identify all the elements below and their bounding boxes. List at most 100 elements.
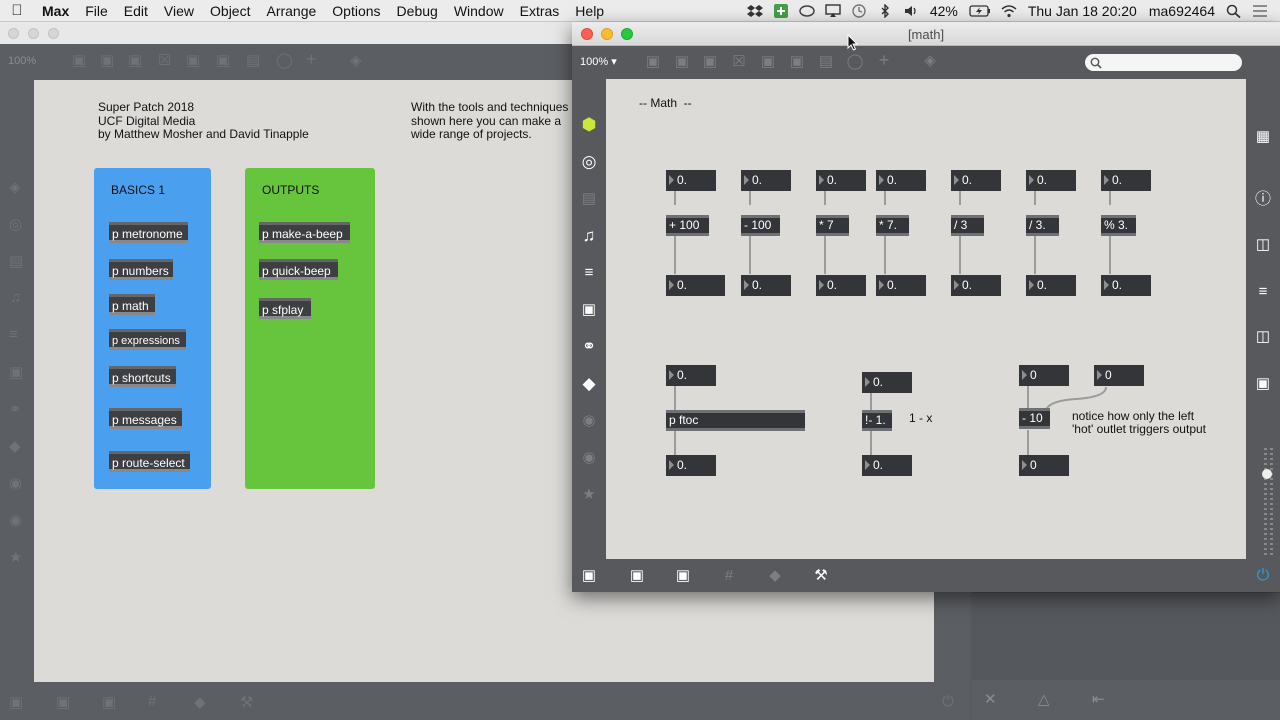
bg-toolbar-icon-4[interactable]: ☒ — [158, 51, 171, 69]
menu-extras[interactable]: Extras — [512, 0, 568, 22]
reference-book-icon[interactable]: ◫ — [1252, 329, 1274, 345]
object-div-3-float[interactable]: / 3. — [1026, 215, 1059, 236]
subpatch-ftoc[interactable]: p ftoc — [666, 410, 805, 431]
bg-sidebar-icon-1[interactable]: ◈ — [9, 178, 21, 196]
menu-debug[interactable]: Debug — [389, 0, 446, 22]
object-div-3[interactable]: / 3 — [951, 215, 984, 236]
bluetooth-icon[interactable] — [877, 4, 893, 18]
battery-percent[interactable]: 42% — [924, 3, 964, 19]
number-box-out-mul-float[interactable]: 0. — [876, 275, 926, 296]
apple-icon[interactable]:  — [0, 2, 34, 19]
object-mul-7[interactable]: * 7 — [816, 215, 849, 236]
subpatch-metronome[interactable]: p metronome — [109, 222, 188, 243]
bg-wrench-icon[interactable]: ⚒ — [240, 693, 253, 711]
menu-arrange[interactable]: Arrange — [258, 0, 324, 22]
number-box-out-ftoc[interactable]: 0. — [666, 455, 716, 476]
number-box-out-rminus[interactable]: 0. — [862, 455, 912, 476]
bg-sidebar-icon-4[interactable]: ♫ — [10, 289, 21, 306]
patch-cord[interactable] — [884, 236, 886, 274]
bg-toolbar-icon-3[interactable]: ▣ — [128, 51, 142, 69]
number-box-out-div-float[interactable]: 0. — [1026, 275, 1076, 296]
patch-cord[interactable] — [749, 191, 751, 205]
patch-cord[interactable] — [824, 236, 826, 274]
message-icon[interactable]: ▣ — [671, 54, 693, 70]
patch-cord[interactable] — [959, 191, 961, 205]
menu-window[interactable]: Window — [446, 0, 512, 22]
slideshow-icon[interactable]: ▣ — [672, 568, 694, 584]
menu-options[interactable]: Options — [324, 0, 388, 22]
menu-edit[interactable]: Edit — [116, 0, 156, 22]
subpatch-make-a-beep[interactable]: p make-a-beep — [259, 222, 350, 243]
bg-sidebar-icon-7[interactable]: ⚭ — [9, 400, 22, 418]
bg-toolbar-icon-8[interactable]: ◯ — [276, 51, 293, 69]
bg-toolbar-icon-1[interactable]: ▣ — [72, 51, 86, 69]
object-mod-3[interactable]: % 3. — [1101, 215, 1136, 236]
camera-icon[interactable]: ▣ — [1252, 376, 1274, 392]
lock-icon[interactable]: ▣ — [578, 568, 600, 584]
target-icon[interactable]: ◎ — [578, 153, 600, 170]
number-box-in-mod[interactable]: 0. — [1101, 170, 1151, 191]
menu-file[interactable]: File — [77, 0, 116, 22]
bg-toolbar-icon-6[interactable]: ▣ — [216, 51, 230, 69]
creative-cloud-icon[interactable] — [799, 4, 815, 18]
patch-cord[interactable] — [1034, 191, 1036, 205]
bg-close-button[interactable] — [8, 28, 19, 39]
subpatch-route-select[interactable]: p route-select — [109, 451, 190, 472]
patch-cord[interactable] — [674, 191, 676, 205]
search-field[interactable] — [1085, 54, 1242, 71]
subpatch-math[interactable]: p math — [109, 294, 155, 315]
bg-sidebar-icon-5[interactable]: ≡ — [9, 326, 18, 343]
presentation-mode-icon[interactable]: ▣ — [626, 568, 648, 584]
bg-right-warning-icon[interactable]: △ — [1038, 690, 1050, 708]
new-object-icon[interactable]: ▣ — [642, 54, 664, 70]
info-icon[interactable]: ⓘ — [1252, 192, 1274, 208]
bg-sidebar-icon-3[interactable]: ▤ — [9, 252, 23, 270]
menubar-clock[interactable]: Thu Jan 18 20:20 — [1022, 3, 1143, 19]
object-sub-100[interactable]: - 100 — [741, 215, 780, 236]
number-box-in-ftoc[interactable]: 0. — [666, 365, 716, 386]
subpatch-shortcuts[interactable]: p shortcuts — [109, 366, 176, 387]
patch-cord[interactable] — [1027, 430, 1029, 456]
dropbox-icon[interactable] — [746, 4, 763, 18]
image-icon[interactable]: ▣ — [578, 302, 600, 318]
bg-lock-icon[interactable]: ▣ — [9, 693, 23, 711]
number-box-out-add[interactable]: 0. — [666, 275, 725, 296]
object-minus-10[interactable]: - 10 — [1019, 408, 1050, 429]
menu-object[interactable]: Object — [202, 0, 258, 22]
bg-right-back-icon[interactable]: ⇤ — [1092, 690, 1105, 708]
list-icon[interactable]: ≡ — [1252, 284, 1274, 300]
bg-sidebar-icon-6[interactable]: ▣ — [9, 363, 23, 381]
subpatch-quick-beep[interactable]: p quick-beep — [259, 259, 338, 280]
bg-toolbar-icon-2[interactable]: ▣ — [100, 51, 114, 69]
bg-sidebar-icon-8[interactable]: ◆ — [9, 437, 21, 455]
bg-right-close-icon[interactable]: ✕ — [984, 690, 997, 708]
film-icon[interactable]: ▤ — [578, 191, 600, 207]
toggle-icon[interactable]: ☒ — [728, 54, 750, 70]
number-box-in-div-float[interactable]: 0. — [1026, 170, 1076, 191]
number-box-in-left[interactable]: 0 — [1019, 365, 1069, 386]
add-icon[interactable]: + — [873, 51, 895, 69]
number-box-in-rminus[interactable]: 0. — [862, 372, 912, 393]
button-icon[interactable]: ▣ — [786, 54, 808, 70]
grid-keyboard-icon[interactable]: ▦ — [1252, 129, 1274, 145]
notification-list-icon[interactable] — [1252, 4, 1268, 18]
number-icon[interactable]: ▣ — [757, 54, 779, 70]
number-box-out-div[interactable]: 0. — [951, 275, 1001, 296]
patch-cord[interactable] — [870, 430, 872, 456]
bg-minimize-button[interactable] — [28, 28, 39, 39]
patch-cord[interactable] — [824, 191, 826, 205]
evernote-icon[interactable] — [773, 4, 789, 18]
volume-slider-knob[interactable] — [1262, 469, 1272, 479]
bg-sidebar-icon-10[interactable]: ◉ — [9, 511, 22, 529]
subpatch-numbers[interactable]: p numbers — [109, 259, 173, 280]
number-box-in-sub[interactable]: 0. — [741, 170, 791, 191]
bg-power-icon[interactable]: ⏻ — [942, 693, 954, 710]
number-box-in-mul-float[interactable]: 0. — [876, 170, 926, 191]
auto-connect-icon[interactable]: ◆ — [764, 568, 786, 584]
bg-toolbar-icon-5[interactable]: ▣ — [186, 51, 200, 69]
search-icon[interactable] — [1226, 4, 1242, 18]
bg-zoom-button[interactable] — [48, 28, 59, 39]
bg-paint-icon[interactable]: ◈ — [350, 51, 362, 69]
bg-toolbar-icon-7[interactable]: ▤ — [246, 51, 260, 69]
b-circle-icon[interactable]: ◉ — [578, 450, 600, 466]
